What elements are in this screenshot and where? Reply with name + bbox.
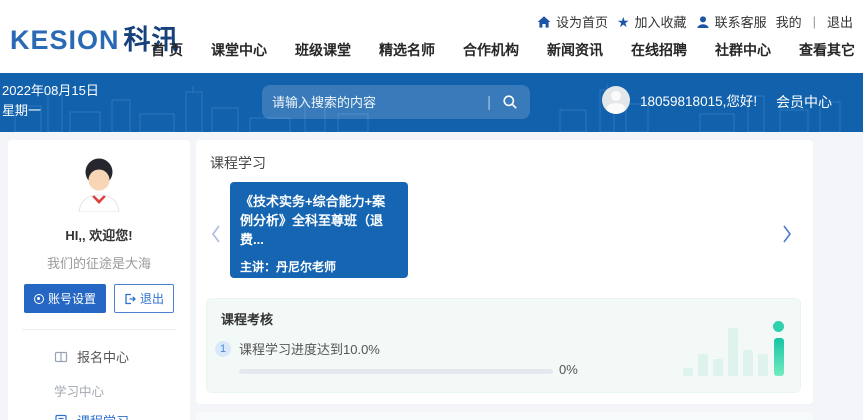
add-favorite-link[interactable]: ★ 加入收藏 [617,12,687,31]
activity-bars-decoration [683,321,784,376]
star-icon: ★ [616,13,630,30]
banner-user[interactable]: 18059818015,您好! [602,86,757,114]
nav-item-home[interactable]: 首 页 [151,40,183,60]
chevron-left-icon [212,225,220,243]
course-assessment-card: 课程考核 1 课程学习进度达到10.0% 0% [206,298,801,393]
user-avatar-small [602,86,630,114]
sidebar-buttons: 账号设置 退出 [8,284,190,313]
course-name: 《技术实务+综合能力+案例分析》全科至尊班（退费... [240,194,386,247]
carousel-prev-button[interactable] [206,220,226,251]
nav-item-more[interactable]: 查看其它 [799,40,855,60]
person-icon [696,15,709,28]
sidebar-item-course-learning[interactable]: 课程学习 [8,404,190,420]
sidebar-item-signup-center[interactable]: 报名中心 [8,340,190,373]
next-section-card-edge [196,412,813,420]
course-duration: 课程总时长：0小时 [240,279,343,294]
top-header: KESION 科汛 设为首页 ★ 加入收藏 联系客服 我的 | 退出 首 页 课堂… [0,0,863,73]
signup-center-icon [54,351,68,362]
main-navigation: 首 页 课堂中心 班级课堂 精选名师 合作机构 新闻资讯 在线招聘 社群中心 查… [151,40,855,60]
course-learning-icon [55,414,67,420]
chevron-right-icon [783,225,791,243]
sidebar-item-label: 报名中心 [77,350,130,365]
progress-bar [239,369,553,374]
item-number-badge: 1 [215,340,231,357]
sidebar-menu: 报名中心 学习中心 课程学习 班级学习 专栏学习 [8,340,190,420]
logout-button-label: 退出 [140,292,165,306]
banner: 2022年08月15日 星期一 | 18059818015,您好! 会员中心 [0,73,863,132]
main-content: 课程学习 《技术实务+综合能力+案例分析》全科至尊班（退费... 主讲：丹尼尔老… [196,140,813,404]
utility-divider: | [812,14,816,29]
logo-text-en: KESION [10,25,120,55]
sidebar-divider [22,329,176,330]
carousel-next-button[interactable] [777,220,797,251]
home-icon [537,15,551,28]
search-icon [503,95,517,109]
nav-item-news[interactable]: 新闻资讯 [547,40,603,60]
add-favorite-label: 加入收藏 [634,15,687,30]
user-avatar-illustration [78,158,120,212]
date-display: 2022年08月15日 星期一 [2,81,99,121]
nav-item-featured-teachers[interactable]: 精选名师 [379,40,435,60]
set-homepage-label: 设为首页 [555,15,608,30]
set-homepage-link[interactable]: 设为首页 [537,12,608,31]
weekday-text: 星期一 [2,103,42,119]
utility-bar: 设为首页 ★ 加入收藏 联系客服 我的 | 退出 [537,12,853,31]
assessment-item: 1 课程学习进度达到10.0% [215,339,380,358]
course-meta: 主讲：丹尼尔老师 课程总时长：0小时 [240,258,398,298]
date-text: 2022年08月15日 [2,83,99,98]
account-settings-label: 账号设置 [47,292,96,306]
logout-button[interactable]: 退出 [114,284,175,313]
progress-percent-label: 0% [559,362,578,377]
course-teacher: 主讲：丹尼尔老师 [240,259,337,274]
assessment-requirement: 课程学习进度达到10.0% [239,342,380,357]
nav-item-class-courses[interactable]: 班级课堂 [295,40,351,60]
welcome-text: HI,, 欢迎您! [65,228,133,243]
search-box: | [262,85,530,119]
search-button[interactable] [500,92,520,112]
exit-icon [125,293,136,304]
my-account-link[interactable]: 我的 [776,12,802,31]
page: KESION 科汛 设为首页 ★ 加入收藏 联系客服 我的 | 退出 首 页 课堂… [0,0,863,420]
sidebar-section-learning-center: 学习中心 [54,385,105,399]
member-center-link[interactable]: 会员中心 [776,92,832,112]
nav-item-jobs[interactable]: 在线招聘 [631,40,687,60]
account-settings-button[interactable]: 账号设置 [23,284,106,313]
contact-service-label: 联系客服 [714,15,767,30]
teal-dot-decoration [773,321,784,332]
nav-item-classroom-center[interactable]: 课堂中心 [211,40,267,60]
nav-item-community[interactable]: 社群中心 [715,40,771,60]
user-greeting: 18059818015,您好! [640,94,758,109]
sidebar-item-label: 课程学习 [77,411,129,420]
motto-text: 我们的征途是大海 [46,256,151,271]
search-divider: | [487,93,491,111]
section-title: 课程学习 [210,155,266,171]
search-input[interactable] [272,94,484,110]
gear-icon [33,293,44,304]
course-card[interactable]: 《技术实务+综合能力+案例分析》全科至尊班（退费... 主讲：丹尼尔老师 课程总… [230,182,408,293]
assessment-title: 课程考核 [221,312,274,327]
contact-service-link[interactable]: 联系客服 [696,12,767,31]
logout-link[interactable]: 退出 [827,12,853,31]
nav-item-partners[interactable]: 合作机构 [463,40,519,60]
sidebar: HI,, 欢迎您! 我们的征途是大海 账号设置 退出 报名中心 学习中心 课程学… [8,140,190,420]
